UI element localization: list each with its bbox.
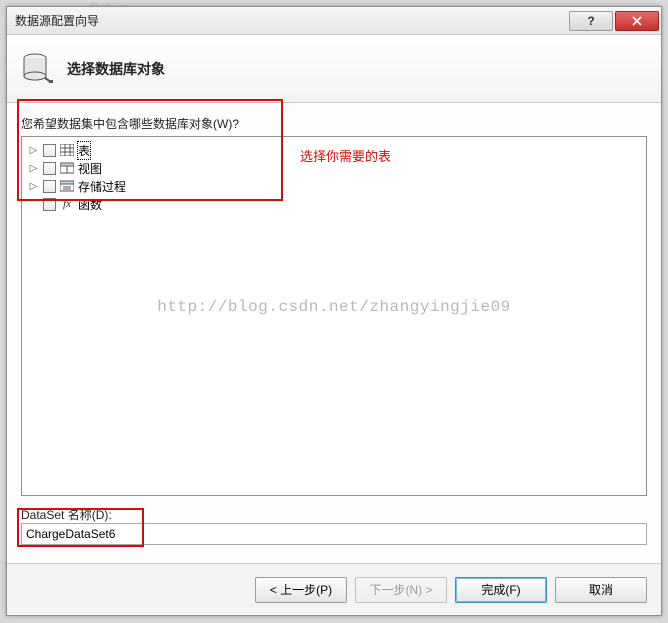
next-button: 下一步(N) > — [355, 577, 447, 603]
dataset-name-input[interactable] — [21, 523, 647, 545]
help-icon: ? — [587, 14, 594, 28]
content-area: 您希望数据集中包含哪些数据库对象(W)? ▷表▷视图▷存储过程fx函数 http… — [7, 103, 661, 563]
page-title: 选择数据库对象 — [67, 59, 165, 79]
finish-button[interactable]: 完成(F) — [455, 577, 547, 603]
objects-tree[interactable]: ▷表▷视图▷存储过程fx函数 http://blog.csdn.net/zhan… — [21, 136, 647, 496]
tree-checkbox[interactable] — [43, 198, 56, 211]
tree-label: 函数 — [78, 196, 102, 213]
tree-node[interactable]: ▷ 视图 — [28, 159, 640, 177]
help-button[interactable]: ? — [569, 11, 613, 31]
window-title: 数据源配置向导 — [15, 12, 569, 29]
wizard-window: 数据源配置向导 ? 选择数据库对象 您希望数据集中包含哪些数据库对象(W)? ▷… — [6, 6, 662, 616]
tree-node[interactable]: ▷ 存储过程 — [28, 177, 640, 195]
table-grid-icon — [60, 144, 74, 156]
tree-node[interactable]: fx 函数 — [28, 195, 640, 213]
expand-icon[interactable]: ▷ — [28, 163, 39, 174]
wizard-header: 选择数据库对象 — [7, 35, 661, 103]
tree-checkbox[interactable] — [43, 180, 56, 193]
watermark-text: http://blog.csdn.net/zhangyingjie09 — [22, 298, 646, 316]
function-fx-icon: fx — [60, 198, 74, 210]
dataset-name-label: DataSet 名称(D): — [21, 506, 647, 523]
close-button[interactable] — [615, 11, 659, 31]
close-icon — [632, 16, 642, 26]
database-icon — [21, 52, 53, 86]
tree-label: 表 — [78, 142, 90, 159]
tree-node[interactable]: ▷表 — [28, 141, 640, 159]
cancel-button[interactable]: 取消 — [555, 577, 647, 603]
view-icon — [60, 162, 74, 174]
expand-icon[interactable]: ▷ — [28, 181, 39, 192]
stored-proc-icon — [60, 180, 74, 192]
tree-label: 存储过程 — [78, 178, 126, 195]
prompt-label: 您希望数据集中包含哪些数据库对象(W)? — [21, 115, 647, 132]
title-bar: 数据源配置向导 ? — [7, 7, 661, 35]
prev-button[interactable]: < 上一步(P) — [255, 577, 347, 603]
button-bar: < 上一步(P) 下一步(N) > 完成(F) 取消 — [7, 563, 661, 615]
tree-checkbox[interactable] — [43, 162, 56, 175]
expand-icon[interactable]: ▷ — [28, 145, 39, 156]
tree-checkbox[interactable] — [43, 144, 56, 157]
tree-label: 视图 — [78, 160, 102, 177]
